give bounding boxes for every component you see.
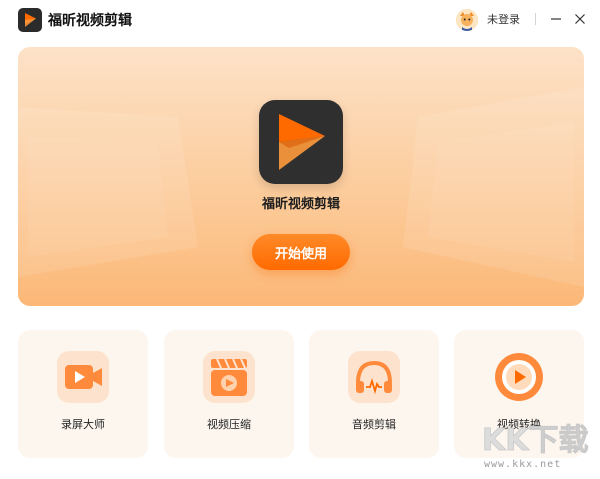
minimize-button[interactable]	[547, 10, 565, 28]
close-icon	[575, 14, 585, 24]
feature-card-video-compress[interactable]: 视频压缩	[164, 330, 294, 458]
login-status-link[interactable]: 未登录	[487, 13, 520, 27]
minimize-icon	[551, 18, 561, 20]
watermark-text: KK下载	[482, 423, 589, 456]
video-convert-icon	[493, 351, 545, 403]
watermark-url: www.kkx.net	[484, 459, 562, 470]
watermark: KK下载 www.kkx.net	[480, 420, 596, 476]
title-bar: 福昕视频剪辑 未登录	[0, 0, 600, 40]
app-logo-icon	[18, 8, 42, 32]
feature-label: 音频剪辑	[352, 419, 396, 431]
hero-banner: 福昕视频剪辑 开始使用	[18, 47, 584, 306]
feature-label: 视频压缩	[207, 419, 251, 431]
start-button[interactable]: 开始使用	[252, 234, 350, 270]
close-button[interactable]	[571, 10, 589, 28]
app-title: 福昕视频剪辑	[48, 12, 132, 28]
watermark-logo: KK下载	[482, 423, 589, 456]
audio-edit-icon	[348, 351, 400, 403]
titlebar-divider	[535, 13, 536, 25]
video-compress-icon	[203, 351, 255, 403]
feature-card-screen-record[interactable]: 录屏大师	[18, 330, 148, 458]
product-logo-icon	[259, 100, 343, 184]
avatar-icon[interactable]	[456, 9, 478, 31]
feature-card-audio-edit[interactable]: 音频剪辑	[309, 330, 439, 458]
product-name: 福昕视频剪辑	[261, 196, 340, 211]
feature-label: 录屏大师	[61, 419, 105, 431]
screen-record-icon	[57, 351, 109, 403]
